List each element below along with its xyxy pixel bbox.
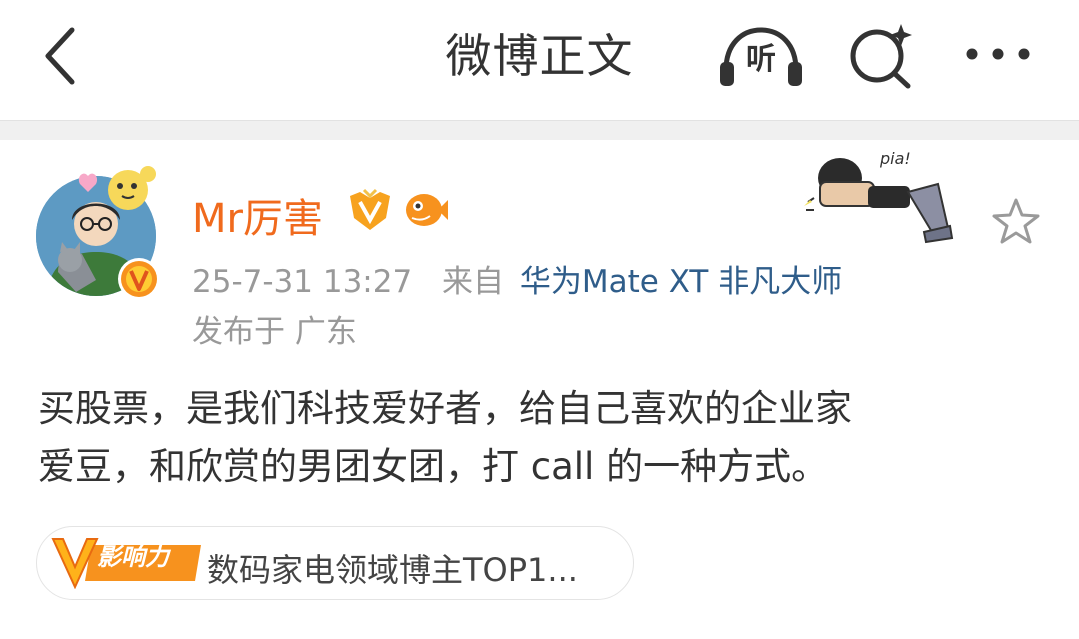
search-button[interactable] [846,20,916,90]
chevron-left-icon [45,27,75,85]
influence-tag-text: 数码家电领域博主TOP1... [207,551,578,589]
listen-label: 听 [746,42,776,77]
fish-badge-icon [406,194,448,226]
section-divider [0,120,1079,140]
top-navigation-bar: 微博正文 听 [0,0,1079,118]
influence-tag[interactable]: 影响力 数码家电领域博主TOP1... [36,526,634,600]
post-content-line: 买股票，是我们科技爱好者，给自己喜欢的企业家 [38,387,852,430]
influence-badge-label: 影响力 [97,543,169,571]
ai-search-icon [850,24,912,89]
page-title: 微博正文 [445,29,634,83]
post-meta: 25-7-31 13:27 来自 华为Mate XT 非凡大师 [192,256,842,301]
listen-button[interactable]: 听 [716,24,806,88]
post-content: 买股票，是我们科技爱好者，给自己喜欢的企业家 爱豆，和欣赏的男团女团，打 cal… [38,380,1048,496]
verified-v-badge-icon [118,258,160,300]
level-badge-icon [350,188,390,230]
avatar-decoration-sticker [78,166,156,210]
sticker-text: pia! [879,149,911,168]
star-outline-icon [992,198,1040,244]
post-time: 25-7-31 13:27 [192,264,413,300]
favorite-button[interactable] [990,196,1042,248]
post-source-link[interactable]: 华为Mate XT 非凡大师 [520,264,842,300]
back-button[interactable] [30,22,90,90]
author-name[interactable]: Mr厉害 [192,186,323,244]
source-prefix: 来自 [442,264,505,300]
more-dots-icon [966,48,1030,60]
more-button[interactable] [960,34,1036,74]
post-location: 发布于 广东 [192,314,357,350]
pia-sticker-illustration: pia! [804,149,954,244]
post-content-line: 爱豆，和欣赏的男团女团，打 call 的一种方式。 [38,445,829,488]
